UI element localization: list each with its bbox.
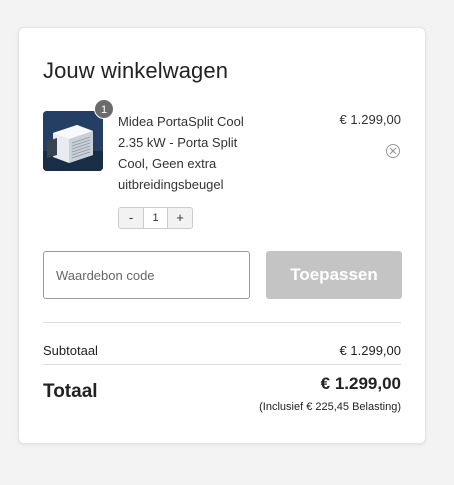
subtotal-value: € 1.299,00: [339, 343, 401, 358]
quantity-stepper: - 1 +: [118, 207, 193, 229]
product-name[interactable]: Midea PortaSplit Cool 2.35 kW - Porta Sp…: [118, 111, 268, 195]
product-price: € 1.299,00: [339, 112, 401, 127]
subtotal-label: Subtotaal: [43, 343, 98, 358]
product-thumbnail[interactable]: [43, 111, 103, 171]
quantity-value[interactable]: 1: [143, 208, 168, 228]
cart-panel: Jouw winkelwagen 1 Midea PortaSplit Cool…: [18, 27, 426, 444]
increase-quantity-button[interactable]: +: [168, 208, 192, 228]
apply-voucher-button[interactable]: Toepassen: [266, 251, 402, 299]
cart-title: Jouw winkelwagen: [43, 58, 229, 83]
total-label: Totaal: [43, 381, 98, 402]
voucher-code-input[interactable]: [43, 251, 250, 299]
total-value: € 1.299,00: [320, 374, 401, 393]
close-icon: [389, 147, 397, 155]
divider: [43, 364, 401, 365]
remove-item-button[interactable]: [386, 144, 400, 158]
tax-note: (Inclusief € 225,45 Belasting): [259, 401, 401, 413]
divider: [43, 322, 401, 323]
quantity-badge: 1: [94, 99, 114, 119]
decrease-quantity-button[interactable]: -: [119, 208, 143, 228]
